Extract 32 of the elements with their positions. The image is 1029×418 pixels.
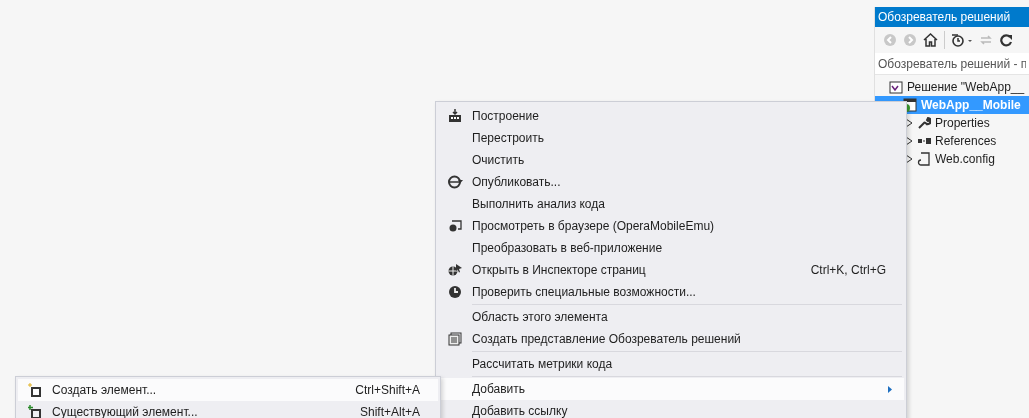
references-icon: [917, 136, 931, 146]
globe-cursor-icon: [447, 263, 463, 277]
shortcut-text: Shift+Alt+A: [359, 405, 420, 418]
menu-item[interactable]: Опубликовать...: [438, 171, 904, 193]
menu-item[interactable]: Проверить специальные возможности...: [438, 281, 904, 303]
wrench-icon: [917, 116, 931, 130]
menu-item[interactable]: Область этого элемента: [438, 306, 904, 328]
new-item-icon: [28, 383, 42, 397]
build-icon: [448, 109, 462, 123]
add-item-icon: [28, 405, 42, 418]
clock-icon: [448, 285, 462, 299]
submenu-item[interactable]: Добавить: [438, 378, 904, 400]
menu-item[interactable]: Добавить ссылку: [438, 400, 904, 418]
menu-item[interactable]: Открыть в Инспекторе страниц Ctrl+K, Ctrl+G: [438, 259, 904, 281]
shortcut-text: Ctrl+Shift+A: [355, 383, 420, 397]
menu-item[interactable]: Преобразовать в веб-приложение: [438, 237, 904, 259]
browser-window-icon: [448, 220, 462, 232]
menu-item[interactable]: Создать элемент... Ctrl+Shift+A: [18, 379, 438, 401]
panel-title: Обозреватель решений: [875, 7, 1029, 27]
refresh-icon[interactable]: [999, 33, 1013, 47]
menu-item[interactable]: Просмотреть в браузере (OperaMobileEmu): [438, 215, 904, 237]
tree-item[interactable]: Решение "WebApp__: [875, 78, 1029, 96]
home-icon[interactable]: [923, 33, 938, 47]
menu-item[interactable]: Создать представление Обозреватель решений: [438, 328, 904, 350]
shortcut-text: Ctrl+K, Ctrl+G: [810, 263, 886, 277]
menu-item[interactable]: Существующий элемент... Shift+Alt+A: [18, 401, 438, 418]
solution-icon: [889, 80, 903, 94]
history-icon[interactable]: [951, 33, 973, 47]
submenu-arrow-icon: [888, 385, 892, 393]
search-field[interactable]: Обозреватель решений - п: [875, 53, 1029, 75]
menu-item[interactable]: Выполнить анализ кода: [438, 193, 904, 215]
menu-item[interactable]: Рассчитать метрики кода: [438, 353, 904, 375]
